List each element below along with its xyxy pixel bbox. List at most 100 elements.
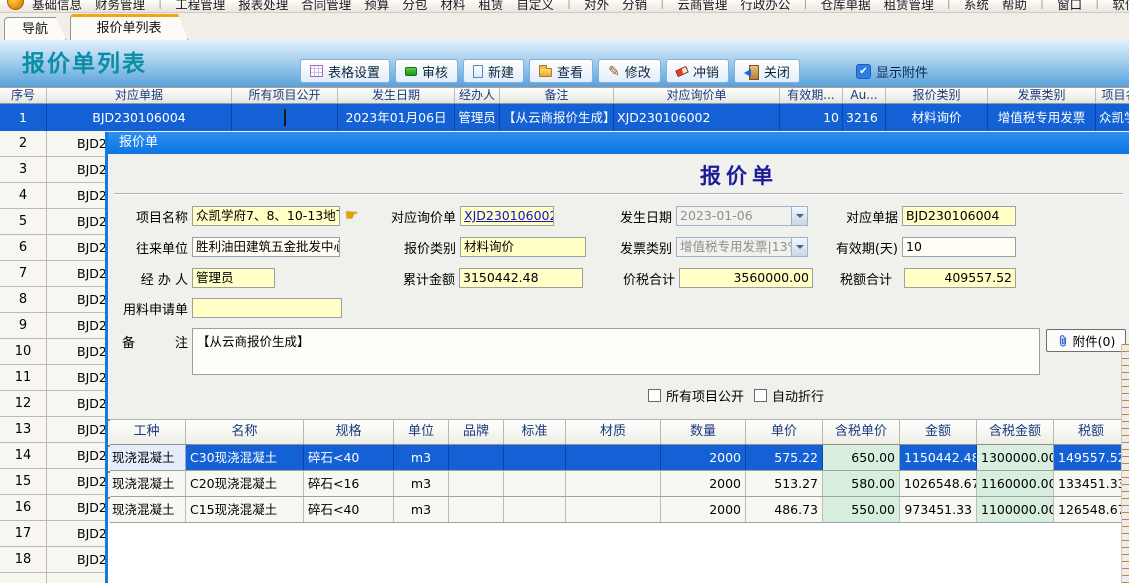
list-row[interactable]: 6BJD2 bbox=[0, 235, 105, 261]
occur-date-combo[interactable]: 2023-01-06 bbox=[676, 206, 808, 226]
list-row[interactable]: 14BJD2 bbox=[0, 443, 105, 469]
menu-item[interactable]: 分销 bbox=[622, 0, 647, 13]
list-row[interactable]: 5BJD2 bbox=[0, 209, 105, 235]
doc-no-field[interactable]: BJD230106004 bbox=[902, 206, 1016, 226]
menu-item[interactable]: 帮助 bbox=[1002, 0, 1027, 13]
list-row[interactable]: 9BJD2 bbox=[0, 313, 105, 339]
detail-row-selected[interactable]: 现浇混凝土C30现浇混凝土碎石<40m32000575.22650.001150… bbox=[108, 445, 1129, 471]
detail-column-header[interactable]: 规格 bbox=[304, 420, 394, 444]
all-projects-public-checkbox-icon[interactable] bbox=[648, 389, 661, 402]
menu-item[interactable]: 软件升级 bbox=[1112, 0, 1129, 13]
detail-column-header[interactable]: 工种 bbox=[108, 420, 186, 444]
auto-wrap-checkbox[interactable]: 自动折行 bbox=[754, 386, 824, 405]
counterparty-field[interactable]: 胜利油田建筑五金批发中心 bbox=[192, 237, 340, 257]
menu-item[interactable]: 工程管理 bbox=[175, 0, 225, 13]
valid-days-field[interactable]: 10 bbox=[902, 237, 1016, 257]
detail-column-header[interactable]: 含税单价 bbox=[823, 420, 900, 444]
list-column-header[interactable]: 序号 bbox=[0, 88, 47, 103]
list-row[interactable]: 13BJD2 bbox=[0, 417, 105, 443]
detail-column-header[interactable]: 金额 bbox=[900, 420, 977, 444]
dialog-scrollbar[interactable] bbox=[1121, 344, 1129, 583]
detail-column-header[interactable]: 含税金额 bbox=[977, 420, 1054, 444]
list-column-header[interactable]: 对应询价单 bbox=[614, 88, 780, 103]
list-row[interactable]: 3BJD2 bbox=[0, 157, 105, 183]
invoice-type-dropdown-arrow-icon[interactable] bbox=[791, 238, 807, 256]
menu-item[interactable]: 租赁管理 bbox=[884, 0, 934, 13]
detail-column-header[interactable]: 标准 bbox=[504, 420, 566, 444]
list-column-header[interactable]: 报价类别 bbox=[886, 88, 988, 103]
menu-item[interactable]: 分包 bbox=[402, 0, 427, 13]
menu-item[interactable]: 云商管理 bbox=[677, 0, 727, 13]
list-row[interactable]: 10BJD2 bbox=[0, 339, 105, 365]
detail-row[interactable]: 现浇混凝土C15现浇混凝土碎石<40m32000486.73550.009734… bbox=[108, 497, 1129, 523]
row-public-checkbox[interactable] bbox=[284, 109, 286, 126]
detail-row[interactable]: 现浇混凝土C20现浇混凝土碎石<16m32000513.27580.001026… bbox=[108, 471, 1129, 497]
menu-item[interactable]: 报表处理 bbox=[238, 0, 288, 13]
list-row[interactable]: 7BJD2 bbox=[0, 261, 105, 287]
show-attachment-toggle[interactable]: ✔ 显示附件 bbox=[856, 62, 928, 81]
detail-column-header[interactable]: 品牌 bbox=[449, 420, 504, 444]
list-column-header[interactable]: 对应单据 bbox=[47, 88, 232, 103]
menu-item[interactable]: 窗口 bbox=[1057, 0, 1082, 13]
detail-column-header[interactable]: 税额 bbox=[1054, 420, 1129, 444]
detail-column-header[interactable]: 单位 bbox=[394, 420, 449, 444]
project-picker-hand-icon[interactable]: ☛ bbox=[345, 206, 358, 224]
list-row[interactable] bbox=[0, 573, 105, 583]
project-name-field[interactable]: 众凯学府7、8、10-13地下车库 bbox=[192, 206, 340, 226]
list-row[interactable]: 4BJD2 bbox=[0, 183, 105, 209]
auto-wrap-checkbox-icon[interactable] bbox=[754, 389, 767, 402]
list-row[interactable]: 16BJD2 bbox=[0, 495, 105, 521]
detail-column-header[interactable]: 单价 bbox=[746, 420, 823, 444]
list-row[interactable]: 15BJD2 bbox=[0, 469, 105, 495]
menu-item[interactable]: 自定义 bbox=[516, 0, 554, 13]
toolbar-button[interactable]: 审核 bbox=[395, 59, 458, 83]
list-column-header[interactable]: 有效期... bbox=[780, 88, 843, 103]
menu-item[interactable]: 合同管理 bbox=[301, 0, 351, 13]
occur-date-dropdown-arrow-icon[interactable] bbox=[791, 207, 807, 225]
list-column-header[interactable]: 项目名称 bbox=[1096, 88, 1129, 103]
operator-field[interactable]: 管理员 bbox=[192, 268, 275, 288]
list-row[interactable]: 17BJD2 bbox=[0, 521, 105, 547]
tab-navigation[interactable]: 导航 bbox=[4, 17, 66, 40]
menu-item[interactable]: 预算 bbox=[364, 0, 389, 13]
list-column-header[interactable]: Au... bbox=[843, 88, 886, 103]
list-column-header[interactable]: 备注 bbox=[500, 88, 614, 103]
toolbar-button[interactable]: 冲销 bbox=[666, 59, 729, 83]
menu-item[interactable]: 行政办公 bbox=[740, 0, 790, 13]
remark-textarea[interactable]: 【从云商报价生成】 bbox=[192, 328, 1040, 375]
all-projects-public-checkbox[interactable]: 所有项目公开 bbox=[648, 386, 744, 405]
close-button[interactable]: 关闭 bbox=[734, 59, 800, 83]
detail-column-header[interactable]: 材质 bbox=[566, 420, 661, 444]
toolbar-button[interactable]: 表格设置 bbox=[300, 59, 390, 83]
quote-type-field[interactable]: 材料询价 bbox=[460, 237, 586, 257]
list-column-header[interactable]: 发票类别 bbox=[988, 88, 1096, 103]
toolbar-button[interactable]: ✎修改 bbox=[598, 59, 661, 83]
material-request-field[interactable] bbox=[192, 298, 342, 318]
toolbar-button[interactable]: 查看 bbox=[529, 59, 593, 83]
list-row[interactable]: 12BJD2 bbox=[0, 391, 105, 417]
quote-list-selected-row[interactable]: 1BJD2301060042023年01月06日管理员【从云商报价生成】XJD2… bbox=[0, 104, 1129, 131]
row-public-checkbox-cell[interactable] bbox=[232, 104, 338, 131]
menu-item[interactable]: 材料 bbox=[440, 0, 465, 13]
show-attachment-checkbox-icon[interactable]: ✔ bbox=[856, 64, 871, 79]
list-column-header[interactable]: 经办人 bbox=[455, 88, 500, 103]
menu-item[interactable]: 对外 bbox=[584, 0, 609, 13]
toolbar-button[interactable]: 新建 bbox=[463, 59, 524, 83]
list-row[interactable]: 11BJD2 bbox=[0, 365, 105, 391]
menu-item[interactable]: 系统 bbox=[964, 0, 989, 13]
dialog-titlebar[interactable]: 报价单 bbox=[108, 132, 1129, 154]
list-column-header[interactable]: 发生日期 bbox=[338, 88, 455, 103]
list-row[interactable]: 2BJD2 bbox=[0, 131, 105, 157]
list-row[interactable]: 8BJD2 bbox=[0, 287, 105, 313]
detail-column-header[interactable]: 名称 bbox=[186, 420, 304, 444]
menu-item[interactable]: 租赁 bbox=[478, 0, 503, 13]
menu-item[interactable]: 仓库单据 bbox=[821, 0, 871, 13]
list-column-header[interactable]: 所有项目公开 bbox=[232, 88, 338, 103]
attachment-button[interactable]: 附件(0) bbox=[1046, 329, 1126, 352]
invoice-type-combo[interactable]: 增值税专用发票|13% bbox=[676, 237, 808, 257]
tab-quote-list[interactable]: 报价单列表 bbox=[70, 14, 188, 40]
list-row[interactable]: 18BJD2 bbox=[0, 547, 105, 573]
inquiry-no-link[interactable]: XJD230106002 bbox=[464, 208, 554, 223]
menu-item[interactable]: 基础信息 bbox=[32, 0, 82, 13]
menu-item[interactable]: 财务管理 bbox=[95, 0, 145, 13]
